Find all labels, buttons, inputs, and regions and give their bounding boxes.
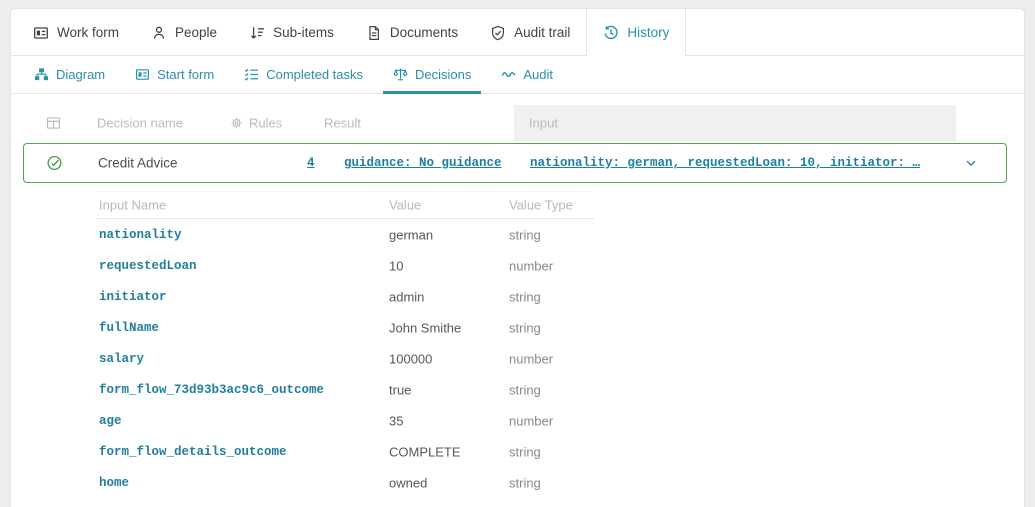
main-tabbar: Work form People Sub-items Documents Aud… [11,9,1024,56]
work-form-icon [33,25,49,41]
result-link[interactable]: guidance: No guidance [344,156,502,170]
scale-icon [393,67,408,82]
tab-label: People [175,25,218,40]
tab-history[interactable]: History [586,9,687,56]
subtab-label: Audit [523,67,554,82]
input-detail-row: requestedLoan 10 number [97,250,594,281]
person-icon [151,25,167,41]
tab-label: Work form [57,25,120,40]
document-icon [366,25,382,41]
history-subtabbar: Diagram Start form Completed tasks Decis… [11,56,1024,94]
input-detail-row: home owned string [97,467,594,498]
subtab-label: Completed tasks [266,67,364,82]
input-name: initiator [99,289,167,304]
input-name: salary [99,351,145,366]
input-details-body: nationality german string requestedLoan … [97,219,594,498]
input-name: form_flow_details_outcome [99,444,287,459]
decision-row-credit-advice[interactable]: Credit Advice 4 guidance: No guidance na… [23,143,1007,183]
input-name: nationality [99,227,182,242]
input-type: string [509,444,541,459]
column-header-input: Input [529,115,558,131]
input-type: string [509,227,541,242]
input-detail-row: initiator admin string [97,281,594,312]
input-name: form_flow_73d93b3ac9c6_outcome [99,382,325,397]
check-circle-icon [46,155,63,172]
checklist-icon [244,67,259,82]
chevron-down-icon[interactable] [964,156,978,170]
tab-sub-items[interactable]: Sub-items [233,9,350,56]
input-name: age [99,413,122,428]
input-value: 10 [389,258,404,273]
input-column-highlight [514,105,956,141]
input-type: string [509,320,541,335]
shield-check-icon [490,25,506,41]
column-header-rules: Rules [230,116,282,131]
input-value: COMPLETE [389,444,461,459]
column-header-decision-name: Decision name [97,115,183,131]
input-preview-link[interactable]: nationality: german, requestedLoan: 10, … [530,156,920,170]
input-detail-row: form_flow_73d93b3ac9c6_outcome true stri… [97,374,594,405]
input-detail-row: salary 100000 number [97,343,594,374]
subtab-label: Start form [157,67,215,82]
sort-desc-icon [249,25,265,41]
input-value: owned [389,475,428,490]
column-header-result: Result [324,115,361,131]
input-detail-row: age 35 number [97,405,594,436]
tab-people[interactable]: People [135,9,233,56]
input-detail-row: form_flow_details_outcome COMPLETE strin… [97,436,594,467]
input-name: fullName [99,320,160,335]
column-header-rules-label: Rules [249,115,283,131]
input-details-table: Input Name Value Value Type nationality … [97,191,594,498]
tab-documents[interactable]: Documents [350,9,474,56]
subtab-label: Diagram [56,67,106,82]
case-detail-panel: Work form People Sub-items Documents Aud… [10,8,1025,507]
input-name: home [99,475,130,490]
input-type: number [509,351,554,366]
subtab-label: Decisions [415,67,472,82]
subtab-decisions[interactable]: Decisions [383,56,482,94]
table-icon [46,116,61,131]
rules-count-link[interactable]: 4 [307,156,315,170]
input-name: requestedLoan [99,258,197,273]
history-icon [603,25,619,41]
input-type: string [509,382,541,397]
diagram-icon [34,67,49,82]
tab-label: Audit trail [514,25,571,40]
input-type: string [509,289,541,304]
gear-icon [230,117,243,130]
tab-label: History [627,25,670,40]
input-value: 35 [389,413,404,428]
input-value: german [389,227,434,242]
form-icon [135,67,150,82]
decisions-table-header: Decision name Rules Result Input [11,104,1024,142]
input-value: true [389,382,412,397]
tab-audit-trail[interactable]: Audit trail [474,9,586,56]
subtab-start-form[interactable]: Start form [125,56,224,93]
input-type: number [509,413,554,428]
input-value: John Smithe [389,320,462,335]
column-header-value: Value [389,197,422,213]
column-header-input-name: Input Name [99,197,167,213]
input-value: admin [389,289,425,304]
decision-name: Credit Advice [98,155,178,171]
input-type: number [509,258,554,273]
subtab-diagram[interactable]: Diagram [24,56,115,93]
tab-work-form[interactable]: Work form [17,9,135,56]
input-value: 100000 [389,351,433,366]
pulse-icon [501,67,516,82]
column-header-value-type: Value Type [509,197,573,213]
input-details-header: Input Name Value Value Type [97,191,594,219]
tab-label: Sub-items [273,25,334,40]
input-detail-row: fullName John Smithe string [97,312,594,343]
subtab-audit[interactable]: Audit [491,56,563,93]
tab-label: Documents [389,25,459,40]
input-type: string [509,475,541,490]
input-detail-row: nationality german string [97,219,594,250]
subtab-completed-tasks[interactable]: Completed tasks [234,56,373,93]
